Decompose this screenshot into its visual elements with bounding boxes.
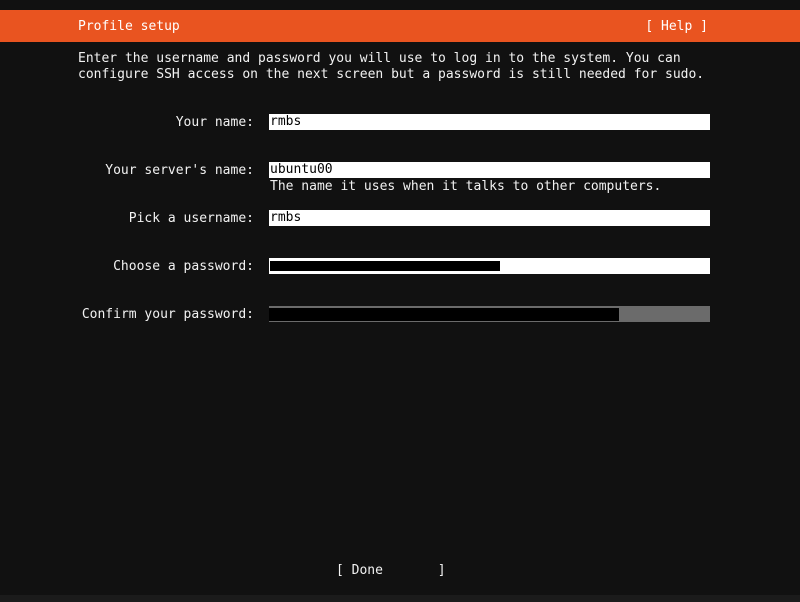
window-bottom-border [0,595,800,602]
password-label: Choose a password: [113,259,254,274]
window-top-border [0,0,800,10]
confirm-password-label: Confirm your password: [81,307,254,322]
server-name-label: Your server's name: [105,163,254,178]
your-name-label: Your name: [175,115,254,130]
help-button[interactable]: [ Help ] [645,19,708,35]
page-title: Profile setup [78,19,180,34]
server-name-input[interactable]: ubuntu00 [269,162,710,178]
confirm-password-input[interactable] [269,306,710,322]
intro-text: Enter the username and password you will… [78,51,705,82]
username-input[interactable]: rmbs [269,210,710,226]
your-name-input[interactable]: rmbs [269,114,710,130]
done-button[interactable]: [ Done ] [336,563,446,579]
confirm-password-mask [269,308,619,321]
server-name-hint: The name it uses when it talks to other … [270,179,662,194]
password-mask [270,261,500,271]
username-label: Pick a username: [128,211,254,226]
password-input[interactable] [269,258,710,274]
title-bar: Profile setup [ Help ] [0,10,800,42]
